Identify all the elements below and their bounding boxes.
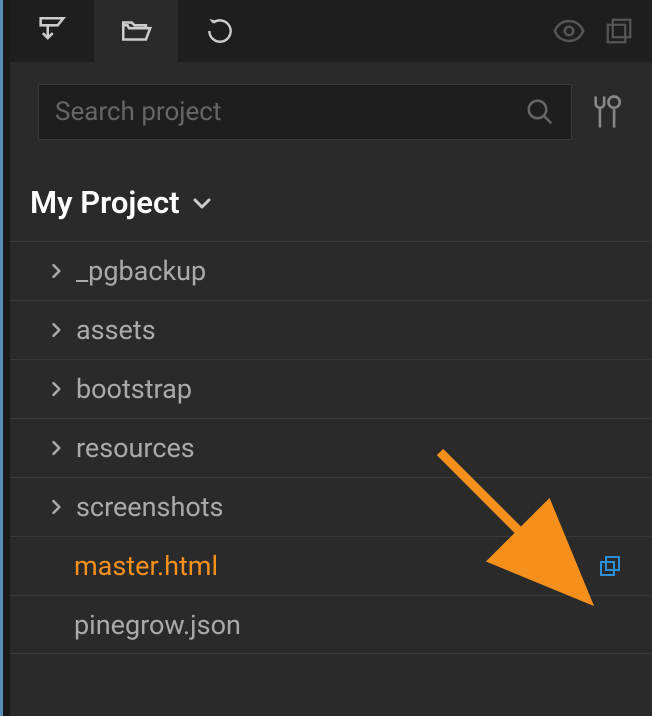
file-tree: _pgbackup assets bootstrap resources scr: [10, 241, 652, 654]
tree-file-master-html[interactable]: master.html: [10, 536, 652, 595]
settings-button[interactable]: [590, 93, 624, 131]
project-header[interactable]: My Project: [10, 156, 652, 241]
chevron-right-icon: [46, 379, 66, 399]
tree-item-label: bootstrap: [76, 373, 192, 405]
open-project-button[interactable]: [94, 0, 178, 62]
search-box[interactable]: [38, 84, 572, 140]
tree-folder-bootstrap[interactable]: bootstrap: [10, 359, 652, 418]
tree-folder-screenshots[interactable]: screenshots: [10, 477, 652, 536]
tools-icon: [590, 93, 624, 131]
open-duplicate-icon: [598, 554, 622, 578]
folder-open-icon: [119, 14, 153, 48]
tree-folder-assets[interactable]: assets: [10, 300, 652, 359]
refresh-button[interactable]: [178, 0, 262, 62]
tree-file-pinegrow-json[interactable]: pinegrow.json: [10, 595, 652, 654]
eye-icon[interactable]: [552, 14, 586, 48]
chevron-down-icon: [190, 191, 214, 215]
search-input[interactable]: [55, 97, 525, 127]
tree-item-label: assets: [76, 314, 156, 346]
tree-item-label: pinegrow.json: [74, 609, 241, 641]
chevron-right-icon: [46, 320, 66, 340]
tree-folder-pgbackup[interactable]: _pgbackup: [10, 241, 652, 300]
panel-toolbar: [10, 0, 652, 62]
project-panel: My Project _pgbackup assets bootstrap: [10, 0, 652, 716]
refresh-icon: [204, 15, 236, 47]
windows-icon[interactable]: [604, 16, 634, 46]
import-button[interactable]: [10, 0, 94, 62]
open-duplicate-button[interactable]: [598, 554, 622, 578]
tree-folder-resources[interactable]: resources: [10, 418, 652, 477]
tree-item-label: screenshots: [76, 491, 224, 523]
tree-item-label: _pgbackup: [76, 255, 206, 287]
import-icon: [35, 14, 69, 48]
chevron-right-icon: [46, 438, 66, 458]
search-icon: [525, 97, 555, 127]
window-edge: [0, 0, 10, 716]
tree-item-label: resources: [76, 432, 195, 464]
chevron-right-icon: [46, 497, 66, 517]
tree-item-label: master.html: [74, 550, 218, 582]
project-title: My Project: [30, 184, 180, 221]
chevron-right-icon: [46, 261, 66, 281]
search-row: [10, 62, 652, 156]
